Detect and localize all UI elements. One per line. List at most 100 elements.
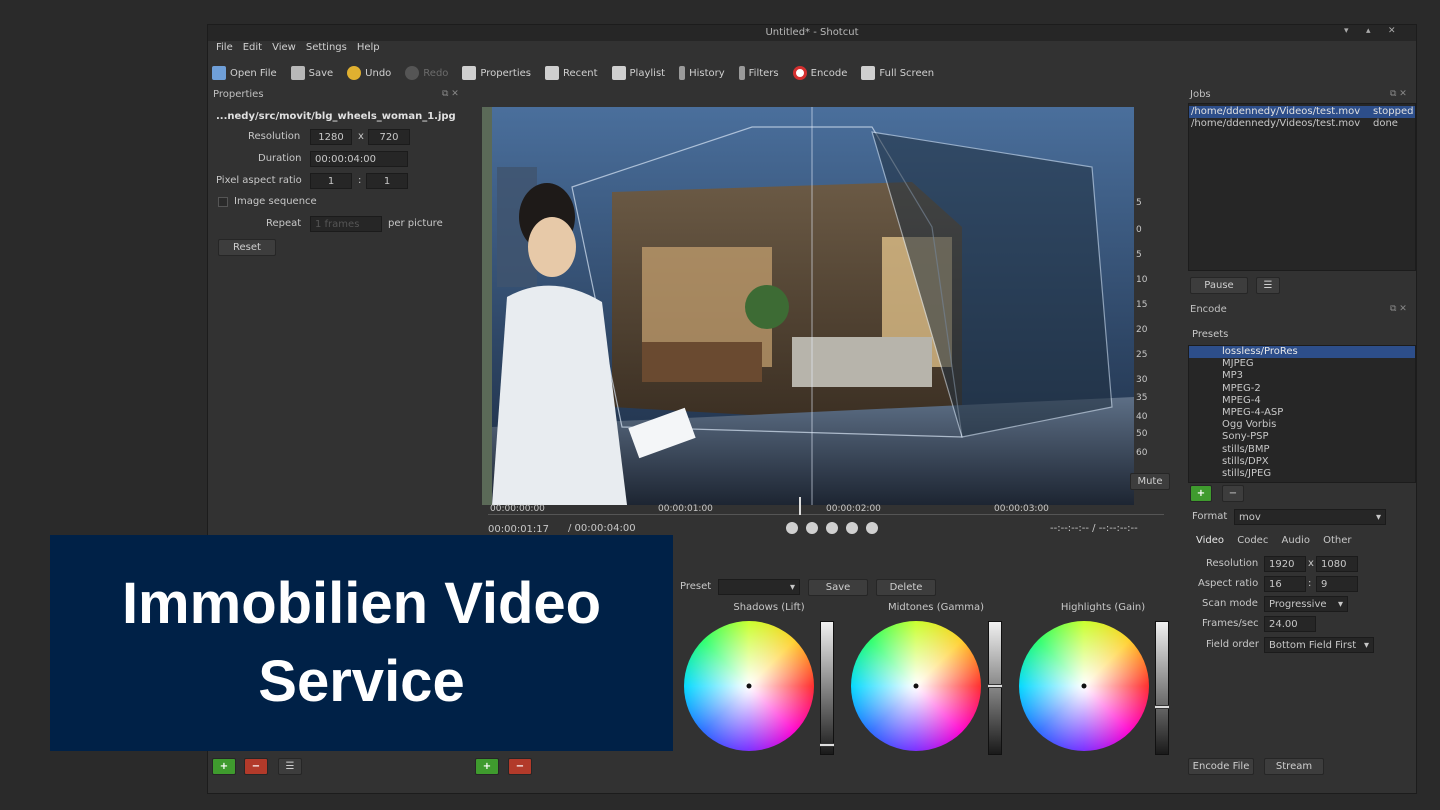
menu-view[interactable]: View — [272, 42, 296, 59]
preset-item[interactable]: MPEG-4 — [1189, 395, 1415, 407]
filter-add-button[interactable]: + — [475, 758, 499, 775]
panel-float-icon[interactable]: ⧉ ✕ — [442, 89, 459, 99]
tab-video[interactable]: Video — [1196, 535, 1224, 546]
fast-forward-icon[interactable] — [846, 522, 858, 534]
preset-item[interactable]: stills/BMP — [1189, 444, 1415, 456]
pause-button[interactable]: Pause — [1190, 277, 1248, 294]
image-sequence-checkbox[interactable] — [218, 197, 228, 207]
tab-other[interactable]: Other — [1323, 535, 1351, 546]
tab-codec[interactable]: Codec — [1237, 535, 1268, 546]
preset-save-button[interactable]: Save — [808, 579, 868, 596]
panel-float-icon[interactable]: ⧉ ✕ — [1390, 89, 1407, 99]
format-dropdown[interactable]: mov ▾ — [1234, 509, 1386, 525]
play-icon[interactable] — [826, 522, 838, 534]
duration-label: Duration — [258, 153, 302, 164]
preset-item[interactable]: lossless/ProRes — [1189, 346, 1415, 359]
duration-field[interactable]: 00:00:04:00 — [310, 151, 408, 167]
jobs-list[interactable]: /home/ddennedy/Videos/test.mov stopped /… — [1188, 103, 1416, 271]
mute-button[interactable]: Mute — [1130, 473, 1170, 490]
encode-file-button[interactable]: Encode File — [1188, 758, 1254, 775]
recent-icon — [544, 66, 559, 80]
preset-delete-button[interactable]: Delete — [876, 579, 936, 596]
open-file-icon — [212, 66, 226, 80]
filters-button[interactable]: Filters — [738, 66, 779, 80]
shadows-slider[interactable] — [819, 621, 835, 755]
repeat-field[interactable]: 1 frames — [310, 216, 382, 232]
playlist-icon — [611, 66, 626, 80]
aspect-b-field[interactable]: 9 — [1316, 576, 1358, 592]
save-button[interactable]: Save — [290, 66, 333, 80]
maximize-icon[interactable]: ▴ — [1366, 26, 1371, 36]
minimize-icon[interactable]: ▾ — [1344, 26, 1349, 36]
par-b-field[interactable]: 1 — [366, 173, 408, 189]
menu-help[interactable]: Help — [357, 42, 380, 59]
slider-knob[interactable] — [1154, 705, 1170, 709]
add-preset-button[interactable]: + — [1190, 485, 1212, 502]
tab-audio[interactable]: Audio — [1282, 535, 1310, 546]
menu-settings[interactable]: Settings — [306, 42, 347, 59]
resolution-height-field[interactable]: 720 — [368, 129, 410, 145]
field-order-dropdown[interactable]: Bottom Field First ▾ — [1264, 637, 1374, 653]
shadows-color-wheel[interactable] — [684, 621, 814, 751]
undo-button[interactable]: Undo — [347, 66, 391, 80]
par-sep: : — [358, 175, 362, 186]
playlist-label: Playlist — [629, 67, 666, 79]
preset-dropdown[interactable]: ▾ — [718, 579, 800, 595]
playlist-button[interactable]: Playlist — [611, 66, 666, 80]
rewind-icon[interactable] — [806, 522, 818, 534]
scan-mode-dropdown[interactable]: Progressive ▾ — [1264, 596, 1348, 612]
close-icon[interactable]: ✕ — [1388, 26, 1396, 36]
preset-item[interactable]: MJPEG — [1189, 358, 1415, 370]
repeat-label: Repeat — [266, 218, 302, 229]
enc-res-height-field[interactable]: 1080 — [1316, 556, 1358, 572]
banner-line-2: Service — [258, 649, 465, 714]
skip-next-icon[interactable] — [866, 522, 878, 534]
history-button[interactable]: History — [679, 66, 725, 80]
menu-edit[interactable]: Edit — [243, 42, 262, 59]
reset-button[interactable]: Reset — [218, 239, 276, 256]
preset-item[interactable]: MP3 — [1189, 370, 1415, 382]
menu-button[interactable]: ☰ — [278, 758, 302, 775]
highlights-color-wheel[interactable] — [1019, 621, 1149, 751]
aspect-a-field[interactable]: 16 — [1264, 576, 1306, 592]
enc-res-width-field[interactable]: 1920 — [1264, 556, 1306, 572]
encode-label: Encode — [810, 67, 848, 79]
par-a-field[interactable]: 1 — [310, 173, 352, 189]
midtones-slider[interactable] — [987, 621, 1003, 755]
encode-button[interactable]: Encode — [792, 66, 848, 80]
playhead[interactable] — [799, 497, 801, 515]
full-screen-button[interactable]: Full Screen — [861, 66, 934, 80]
add-button[interactable]: + — [212, 758, 236, 775]
midtones-color-wheel[interactable] — [851, 621, 981, 751]
slider-knob[interactable] — [987, 684, 1003, 688]
menu-file[interactable]: File — [216, 42, 233, 59]
presets-list[interactable]: lossless/ProRes MJPEG MP3 MPEG-2 MPEG-4 MPEG-… — [1188, 345, 1416, 483]
slider-knob[interactable] — [819, 743, 835, 747]
skip-previous-icon[interactable] — [786, 522, 798, 534]
preset-item[interactable]: MPEG-4-ASP — [1189, 407, 1415, 419]
timeline-ruler[interactable]: 00:00:00:00 00:00:01:00 00:00:02:00 00:0… — [488, 493, 1164, 515]
resolution-width-field[interactable]: 1280 — [310, 129, 352, 145]
wheel-center-marker — [746, 683, 752, 689]
fps-field[interactable]: 24.00 — [1264, 616, 1316, 632]
remove-button[interactable]: − — [244, 758, 268, 775]
panel-float-icon[interactable]: ⧉ ✕ — [1390, 304, 1407, 314]
stream-button[interactable]: Stream — [1264, 758, 1324, 775]
properties-button[interactable]: Properties — [462, 66, 531, 80]
filter-remove-button[interactable]: − — [508, 758, 532, 775]
meter-label: 10 — [1136, 275, 1148, 285]
encode-icon — [792, 66, 807, 80]
redo-button[interactable]: Redo — [405, 66, 448, 80]
remove-preset-button[interactable]: − — [1222, 485, 1244, 502]
jobs-menu-button[interactable]: ☰ — [1256, 277, 1280, 294]
preset-item[interactable]: stills/DPX — [1189, 456, 1415, 468]
title-banner: Immobilien Video Service — [50, 535, 673, 751]
preset-item[interactable]: MPEG-2 — [1189, 383, 1415, 395]
preset-item[interactable]: stills/JPEG — [1189, 468, 1415, 480]
banner-line-1: Immobilien Video — [121, 571, 602, 636]
recent-button[interactable]: Recent — [544, 66, 598, 80]
preset-item[interactable]: Sony-PSP — [1189, 431, 1415, 443]
preset-item[interactable]: Ogg Vorbis — [1189, 419, 1415, 431]
open-file-button[interactable]: Open File — [212, 66, 277, 80]
highlights-slider[interactable] — [1154, 621, 1170, 755]
